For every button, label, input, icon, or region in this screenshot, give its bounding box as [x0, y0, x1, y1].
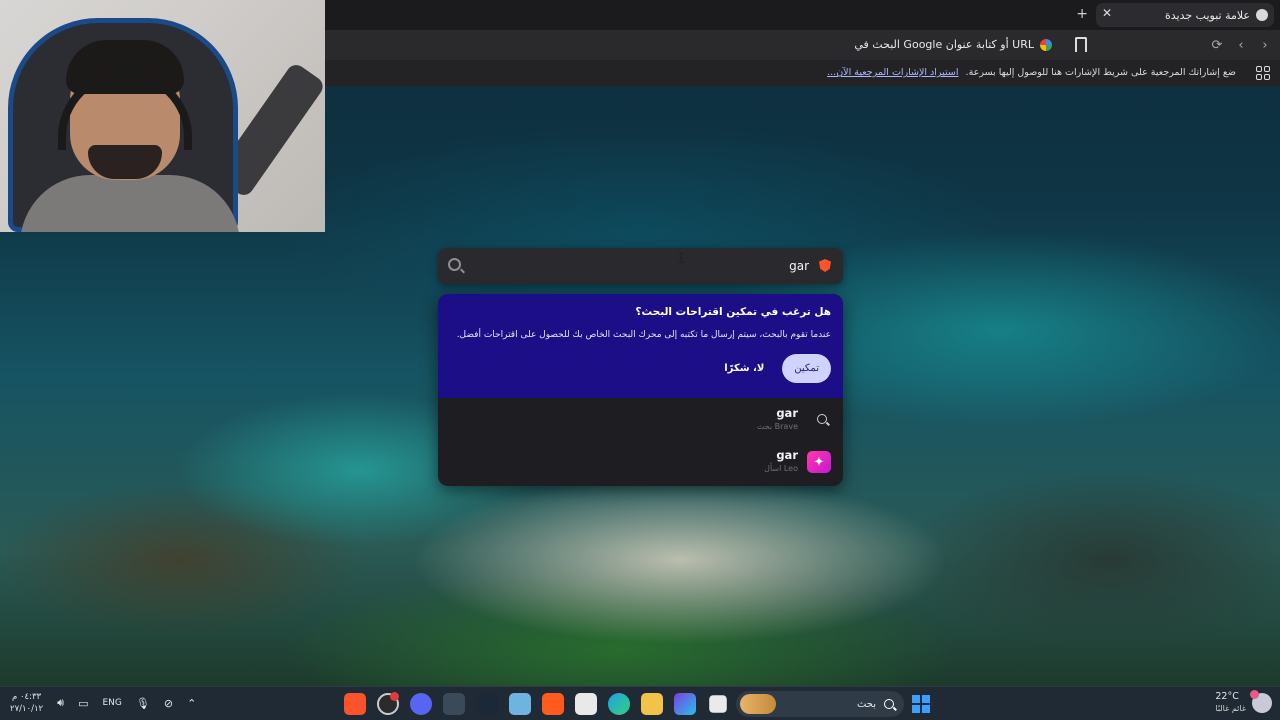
remote-desktop-app-icon[interactable]	[509, 693, 531, 715]
windows-taskbar: ٠٤:٣٣ م ٢٧/١٠/١٢ 🔊︎ ▭ ENG 🎙︎ ⊘ ⌃ بحث 22°…	[0, 686, 1280, 720]
promo-description: عندما تقوم بالبحث، سيتم إرسال ما تكتبه إ…	[456, 330, 831, 340]
weather-temp: 22°C	[1215, 691, 1239, 702]
suggestion-source: اسأل Leo	[764, 464, 798, 473]
person-beard	[88, 145, 162, 179]
brave-lion-icon	[819, 259, 831, 272]
discord-app-icon[interactable]	[410, 693, 432, 715]
suggestion-brave-search[interactable]: gar بحث Brave	[438, 400, 843, 440]
search-highlight-image	[740, 694, 776, 714]
taskbar-search-label: بحث	[856, 698, 876, 710]
weather-widget[interactable]: 22°C غائم غالبًا	[1215, 690, 1272, 715]
microphone-icon[interactable]: 🎙︎	[136, 697, 150, 710]
language-indicator[interactable]: ENG	[102, 698, 121, 708]
copilot-app-icon[interactable]	[674, 693, 696, 715]
media-app-icon[interactable]	[542, 693, 564, 715]
windows-start-icon[interactable]	[912, 695, 930, 713]
brave-favicon-icon	[1256, 9, 1268, 21]
file-explorer-icon[interactable]	[641, 693, 663, 715]
enable-suggestions-button[interactable]: تمكين	[782, 354, 831, 383]
bookmark-icon[interactable]	[1075, 37, 1087, 52]
chevron-up-icon[interactable]: ⌃	[187, 697, 196, 710]
nav-buttons: ⟳ ‹ ›	[1210, 38, 1272, 53]
back-icon[interactable]: ‹	[1234, 38, 1248, 53]
clock-date: ٢٧/١٠/١٢	[10, 704, 44, 714]
store-app-icon[interactable]	[575, 693, 597, 715]
search-icon	[817, 414, 827, 424]
import-bookmarks-link[interactable]: استيراد الإشارات المرجعية الآن...	[827, 67, 958, 78]
address-bar-placeholder: البحث في Google أو كتابة عنوان URL	[854, 38, 1034, 51]
muted-icon[interactable]: ⊘	[164, 697, 173, 710]
weather-condition: غائم غالبًا	[1215, 704, 1246, 713]
promo-actions: تمكين لا، شكرًا	[724, 354, 831, 383]
apps-grid-icon[interactable]	[1256, 66, 1270, 80]
search-icon	[884, 699, 894, 709]
weather-icon	[1250, 690, 1272, 713]
address-bar[interactable]: البحث في Google أو كتابة عنوان URL	[854, 38, 1052, 51]
tab-new-tab[interactable]: ✕ علامة تبويب جديدة	[1096, 3, 1274, 27]
suggestion-query: gar	[776, 406, 798, 420]
search-suggestions-dropdown: هل ترغب في تمكين اقتراحات البحث؟ عندما ت…	[438, 294, 843, 486]
obs-app-icon[interactable]	[377, 692, 399, 715]
text-cursor-icon: I	[677, 251, 686, 267]
taskbar-search[interactable]: بحث	[736, 691, 904, 717]
window-app-icon[interactable]	[709, 695, 727, 713]
suggestion-query: gar	[776, 448, 798, 462]
webcam-overlay	[0, 0, 325, 232]
navigation-bar: ⟳ ‹ › البحث في Google أو كتابة عنوان URL	[325, 30, 1280, 60]
edge-app-icon[interactable]	[608, 693, 630, 715]
search-icon[interactable]	[448, 258, 461, 271]
close-tab-icon[interactable]: ✕	[1102, 6, 1112, 20]
bookmarks-bar: ضع إشاراتك المرجعية على شريط الإشارات هن…	[325, 60, 1280, 86]
volume-icon[interactable]: 🔊︎	[57, 696, 64, 710]
suggestion-source: بحث Brave	[756, 422, 798, 431]
suggestions-promo: هل ترغب في تمكين اقتراحات البحث؟ عندما ت…	[438, 294, 843, 398]
bookmarks-bar-message: ضع إشاراتك المرجعية على شريط الإشارات هن…	[827, 67, 1236, 78]
new-tab-button[interactable]: +	[1076, 6, 1088, 22]
system-tray: ٠٤:٣٣ م ٢٧/١٠/١٢ 🔊︎ ▭ ENG 🎙︎ ⊘ ⌃	[10, 691, 196, 715]
promo-title: هل ترغب في تمكين اقتراحات البحث؟	[635, 306, 831, 318]
leo-sparkle-icon: ✦	[807, 451, 831, 473]
decline-suggestions-button[interactable]: لا، شكرًا	[724, 363, 764, 374]
tab-bar: + ✕ علامة تبويب جديدة	[325, 0, 1280, 30]
display-icon[interactable]: ▭	[78, 697, 88, 710]
bookmarks-hint: ضع إشاراتك المرجعية على شريط الإشارات هن…	[965, 67, 1236, 78]
suggestion-ask-leo[interactable]: ✦ gar اسأل Leo	[438, 442, 843, 482]
clock-time: ٠٤:٣٣ م	[12, 692, 42, 702]
suggestion-text: gar بحث Brave	[757, 406, 798, 431]
google-icon	[1040, 38, 1052, 51]
suggestion-text: gar اسأل Leo	[764, 448, 798, 473]
new-tab-search-box[interactable]: gar	[438, 248, 843, 284]
brave-app-icon[interactable]	[344, 693, 366, 715]
forward-icon[interactable]: ›	[1258, 38, 1272, 53]
search-query[interactable]: gar	[789, 259, 809, 273]
steam-app-icon[interactable]	[476, 693, 498, 715]
clock[interactable]: ٠٤:٣٣ م ٢٧/١٠/١٢	[10, 691, 43, 715]
pinned-apps	[344, 692, 729, 715]
reload-icon[interactable]: ⟳	[1210, 38, 1224, 53]
tab-title: علامة تبويب جديدة	[1164, 8, 1250, 22]
xbox-app-icon[interactable]	[443, 693, 465, 715]
